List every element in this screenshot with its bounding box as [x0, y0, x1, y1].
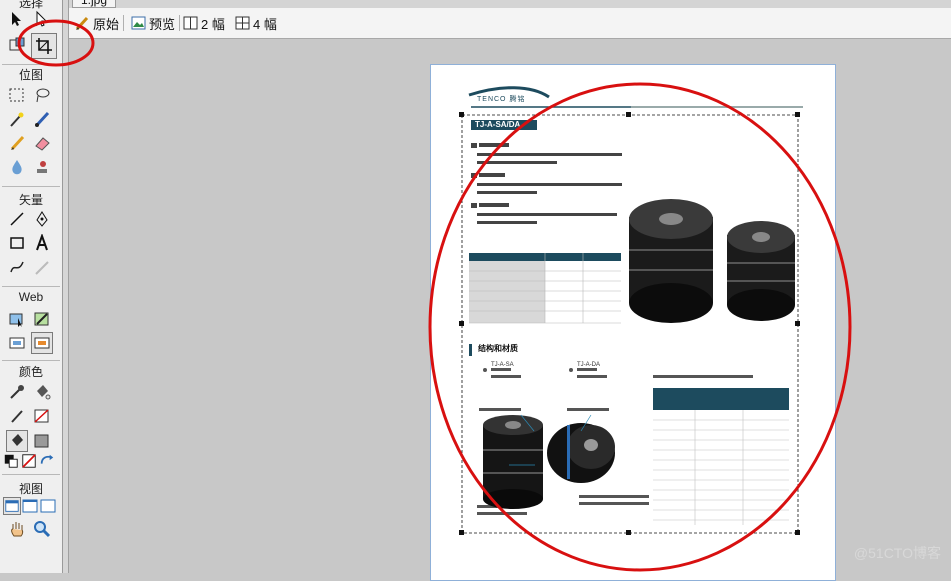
page-brand: TENCO 腾铭 [477, 96, 526, 103]
default-colors-icon[interactable] [3, 453, 19, 469]
scale-tool-icon[interactable] [6, 34, 28, 56]
hide-slices-icon[interactable] [6, 332, 28, 354]
eraser-tool-icon[interactable] [31, 132, 53, 154]
document-page[interactable]: TENCO 腾铭 TJ-A-SA/DA 结构和材质 TJ-A-SA TJ-A-D… [430, 64, 836, 581]
blur-tool-icon[interactable] [6, 156, 28, 178]
swap-colors-icon[interactable] [39, 453, 55, 469]
view-4up-label: 4 幅 [253, 16, 277, 32]
document-tab[interactable]: 1.jpg [72, 0, 117, 8]
text-tool-icon[interactable] [31, 232, 53, 254]
page-model-sa: TJ-A-SA [491, 362, 514, 368]
fill-color-swatch[interactable] [31, 430, 53, 452]
brush-tool-icon[interactable] [31, 108, 53, 130]
view-preview-label: 预览 [149, 16, 176, 32]
pencil-tool-icon[interactable] [6, 132, 28, 154]
view-original-label: 原始 [93, 16, 120, 32]
page-section-heading: 结构和材质 [476, 343, 520, 354]
paint-bucket-tool-icon[interactable] [31, 381, 53, 403]
four-pane-icon [235, 16, 250, 30]
page-product-badge: TJ-A-SA/DA [475, 120, 521, 129]
hotspot-tool-icon[interactable] [6, 308, 28, 330]
pen-tool-icon[interactable] [31, 208, 53, 230]
slice-tool-icon[interactable] [31, 308, 53, 330]
document-tab-bar [69, 0, 951, 8]
fill-color-icon[interactable] [6, 430, 28, 452]
page-model-da: TJ-A-DA [577, 362, 600, 368]
subselect-tool-icon[interactable] [31, 8, 53, 30]
knife-tool-icon[interactable] [31, 256, 53, 278]
section-colors: 颜色 [18, 365, 43, 379]
rectangle-tool-icon[interactable] [6, 232, 28, 254]
eyedropper-tool-icon[interactable] [6, 381, 28, 403]
stroke-color-swatch[interactable] [31, 405, 53, 427]
crop-tool-icon[interactable] [31, 33, 57, 59]
magic-wand-tool-icon[interactable] [6, 108, 28, 130]
view-2up-label: 2 幅 [201, 16, 225, 32]
tools-panel: 选择 位图 矢量 Web 颜色 视图 [0, 0, 63, 573]
view-original-button[interactable]: 原始 [75, 13, 119, 33]
section-web: Web [18, 290, 44, 304]
two-pane-icon [183, 16, 198, 30]
marquee-tool-icon[interactable] [6, 84, 28, 106]
image-icon [131, 16, 146, 30]
view-toolbar: 原始 预览 2 幅 4 幅 [69, 8, 951, 39]
section-bitmap: 位图 [18, 68, 43, 82]
menu-screen-mode-icon[interactable] [21, 497, 39, 515]
view-2up-button[interactable]: 2 幅 [183, 13, 225, 33]
full-screen-mode-icon[interactable] [39, 497, 57, 515]
show-slices-icon[interactable] [31, 332, 53, 354]
freeform-tool-icon[interactable] [6, 256, 28, 278]
pointer-tool-icon[interactable] [6, 8, 28, 30]
lasso-tool-icon[interactable] [31, 84, 53, 106]
page-artwork [459, 86, 803, 535]
view-preview-button[interactable]: 预览 [131, 13, 175, 33]
hand-tool-icon[interactable] [6, 518, 28, 540]
rubber-stamp-tool-icon[interactable] [31, 156, 53, 178]
section-view: 视图 [18, 482, 43, 496]
watermark: @51CTO博客 [853, 545, 941, 561]
line-tool-icon[interactable] [6, 208, 28, 230]
zoom-tool-icon[interactable] [31, 518, 53, 540]
view-4up-button[interactable]: 4 幅 [235, 13, 277, 33]
standard-screen-mode-icon[interactable] [3, 497, 21, 515]
pencil-icon [75, 16, 89, 30]
stroke-color-icon[interactable] [6, 405, 28, 427]
section-vector: 矢量 [18, 193, 43, 207]
no-color-icon[interactable] [21, 453, 37, 469]
